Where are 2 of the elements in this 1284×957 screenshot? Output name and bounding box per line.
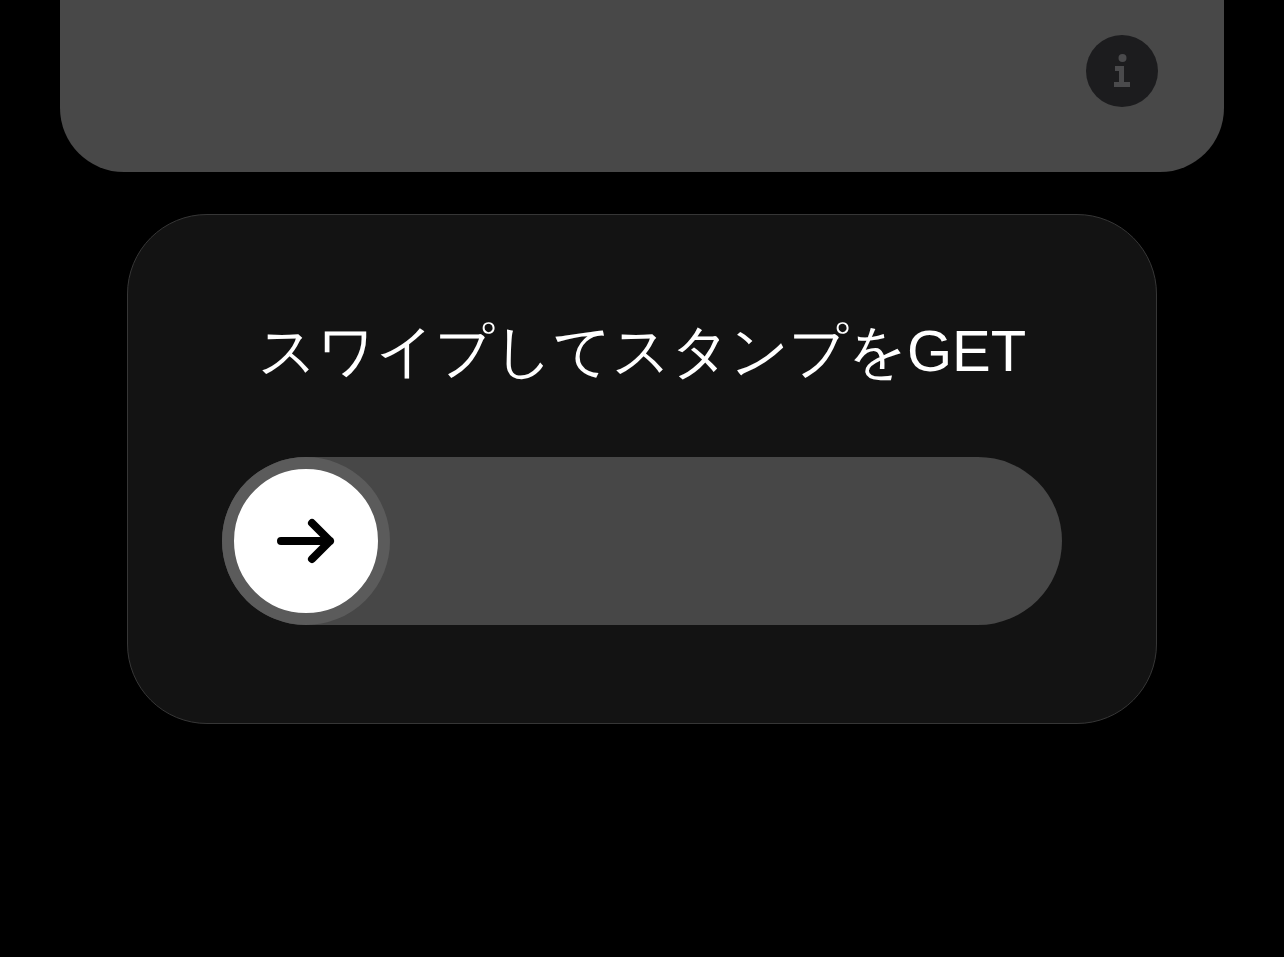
card-title: スワイプしてスタンプをGET [257, 319, 1027, 383]
arrow-right-icon [276, 516, 336, 565]
